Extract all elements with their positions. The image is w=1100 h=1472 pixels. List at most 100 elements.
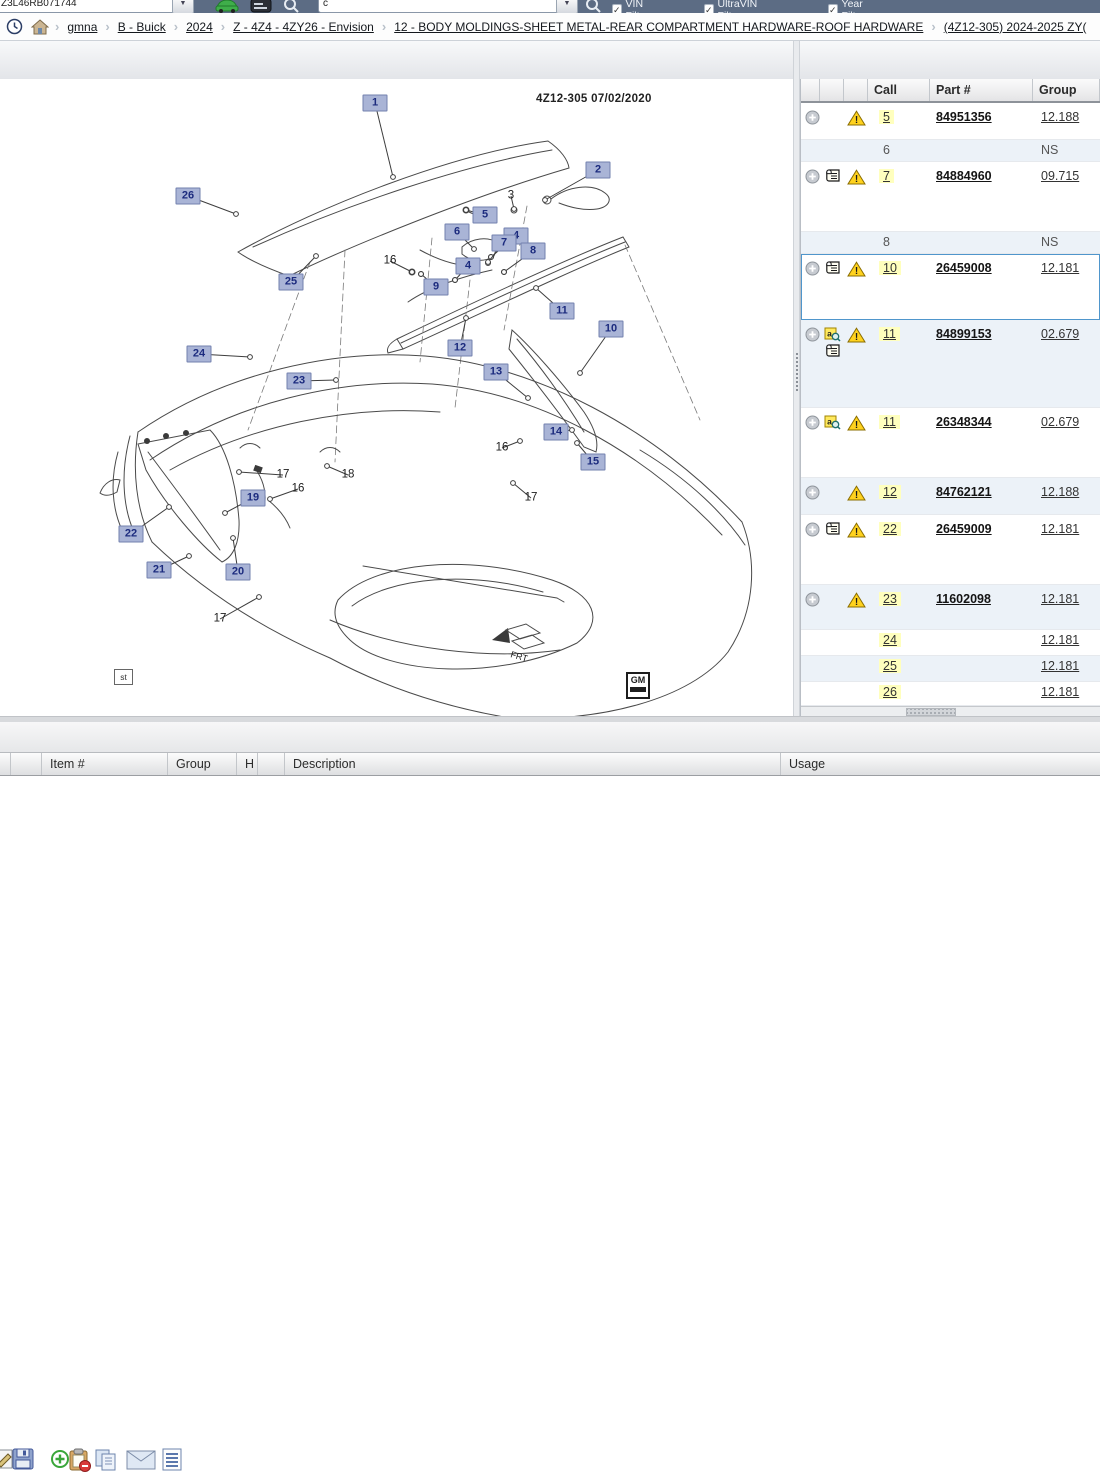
part-number-link[interactable]: 26459009	[936, 522, 992, 536]
diagram-callout[interactable]: 20	[226, 564, 251, 581]
breadcrumb-link[interactable]: 2024	[186, 20, 213, 34]
warning-icon[interactable]: !	[847, 592, 866, 608]
group-code[interactable]: 12.181	[1041, 659, 1079, 673]
expand-icon[interactable]	[805, 415, 820, 430]
breadcrumb-link[interactable]: Z - 4Z4 - 4ZY26 - Envision	[233, 20, 374, 34]
diagram-callout[interactable]: 7	[492, 235, 517, 252]
item-column-header[interactable]: Item #	[42, 753, 168, 775]
parts-row[interactable]: !78488496009.715	[801, 162, 1100, 232]
expand-icon[interactable]	[805, 592, 820, 607]
expand-icon[interactable]	[805, 110, 820, 125]
call-column-header[interactable]: Call	[868, 79, 930, 101]
parts-row[interactable]: !222645900912.181	[801, 515, 1100, 585]
note-icon[interactable]	[824, 261, 841, 275]
expand-icon[interactable]	[805, 522, 820, 537]
search-dropdown-icon[interactable]: ▼	[556, 0, 578, 13]
parts-row[interactable]: a!118489915302.679	[801, 320, 1100, 408]
vin-input[interactable]	[0, 0, 178, 13]
diagram-callout[interactable]: 9	[424, 279, 449, 296]
call-number[interactable]: 23	[879, 592, 901, 606]
diagram-callout[interactable]: 25	[279, 274, 304, 291]
group-code[interactable]: 12.181	[1041, 522, 1079, 536]
report-icon[interactable]	[162, 1448, 182, 1471]
parts-row[interactable]: !58495135612.188	[801, 103, 1100, 140]
diagram-callout[interactable]: 10	[599, 321, 624, 338]
diagram-callout[interactable]: 5	[473, 207, 498, 224]
diagram-viewport[interactable]: FRT 4Z12-305 07/02/2020 1226564784911251…	[0, 79, 793, 716]
diagram-callout[interactable]: 26	[176, 188, 201, 205]
expand-icon[interactable]	[805, 327, 820, 342]
warning-icon[interactable]: !	[847, 415, 866, 431]
filter-checkbox[interactable]: ✓UltraVIN Filter	[704, 0, 761, 13]
part-search-input[interactable]	[318, 0, 564, 13]
group-code[interactable]: 02.679	[1041, 415, 1079, 429]
search-icon[interactable]	[282, 0, 300, 13]
checkbox-icon[interactable]: ✓	[828, 4, 838, 14]
group-code[interactable]: 02.679	[1041, 327, 1079, 341]
copy-icon[interactable]	[94, 1448, 118, 1472]
diagram-callout[interactable]: 21	[147, 562, 172, 579]
panel-splitter[interactable]	[793, 41, 800, 716]
home-icon[interactable]	[31, 19, 49, 35]
filter-checkbox[interactable]: ✓VIN Filter	[612, 0, 652, 13]
part-number-link[interactable]: 11602098	[936, 592, 991, 606]
note-icon[interactable]	[824, 522, 841, 536]
diagram-callout[interactable]: 6	[445, 224, 470, 241]
group-code[interactable]: 12.181	[1041, 633, 1079, 647]
part-number-link[interactable]: 84762121	[936, 485, 992, 499]
parts-row[interactable]: ! 12 84762121 12.188	[801, 478, 1100, 515]
parts-row[interactable]: a!112634834402.679	[801, 408, 1100, 478]
call-number[interactable]: 25	[879, 659, 901, 673]
scrollbar-thumb[interactable]	[906, 708, 956, 716]
breadcrumb-link[interactable]: (4Z12-305) 2024-2025 ZY(	[944, 20, 1087, 34]
group-column-header[interactable]: Group	[1033, 79, 1100, 101]
part-column-header[interactable]: Part #	[930, 79, 1033, 101]
breadcrumb-link[interactable]: 12 - BODY MOLDINGS-SHEET METAL-REAR COMP…	[394, 20, 923, 34]
checkbox-icon[interactable]: ✓	[612, 4, 622, 14]
usage-column-header[interactable]: Usage	[781, 753, 1100, 775]
call-number[interactable]: 12	[879, 485, 901, 499]
card-icon[interactable]	[250, 0, 272, 13]
group-code[interactable]: 09.715	[1041, 169, 1079, 183]
diagram-callout[interactable]: 14	[544, 424, 569, 441]
group-code[interactable]: 12.188	[1041, 485, 1079, 499]
parts-horizontal-scrollbar[interactable]	[801, 706, 1100, 716]
part-number-link[interactable]: 84884960	[936, 169, 992, 183]
breadcrumb-link[interactable]: gmna	[67, 20, 97, 34]
call-number[interactable]: 26	[879, 685, 901, 699]
warning-icon[interactable]: !	[847, 522, 866, 538]
expand-icon[interactable]	[805, 169, 820, 184]
diagram-callout[interactable]: 24	[187, 346, 212, 363]
note-icon[interactable]	[824, 344, 841, 358]
diagram-callout[interactable]: 13	[484, 364, 509, 381]
spec-search-icon[interactable]: a	[824, 327, 841, 342]
checkbox-icon[interactable]: ✓	[704, 4, 714, 14]
call-number[interactable]: 11	[879, 415, 900, 429]
call-number[interactable]: 7	[879, 169, 894, 183]
parts-row[interactable]: 26 12.181	[801, 682, 1100, 706]
h-column-header[interactable]: H	[237, 753, 258, 775]
expand-icon[interactable]	[805, 261, 820, 276]
filter-checkbox[interactable]: ✓Year Filter	[828, 0, 868, 13]
parts-row[interactable]: 25 12.181	[801, 656, 1100, 682]
group-code[interactable]: 12.181	[1041, 685, 1079, 699]
diagram-callout[interactable]: 8	[521, 243, 546, 260]
diagram-callout[interactable]: 22	[119, 526, 144, 543]
diagram-callout[interactable]: 1	[363, 95, 388, 112]
call-number[interactable]: 24	[879, 633, 901, 647]
add-icon[interactable]	[50, 1448, 70, 1470]
part-number-link[interactable]: 84899153	[936, 327, 992, 341]
warning-icon[interactable]: !	[847, 261, 866, 277]
warning-icon[interactable]: !	[847, 110, 866, 126]
part-number-link[interactable]: 26348344	[936, 415, 992, 429]
description-column-header[interactable]: Description	[285, 753, 781, 775]
warning-icon[interactable]: !	[847, 485, 866, 501]
part-number-link[interactable]: 26459008	[936, 261, 992, 275]
diagram-callout[interactable]: 11	[550, 303, 575, 320]
parts-row[interactable]: 8NS	[801, 232, 1100, 254]
save-icon[interactable]	[12, 1448, 34, 1470]
parts-row[interactable]: !231160209812.181	[801, 585, 1100, 630]
vin-dropdown-icon[interactable]: ▼	[172, 0, 194, 13]
note-icon[interactable]	[824, 169, 841, 183]
expand-icon[interactable]	[805, 485, 820, 500]
